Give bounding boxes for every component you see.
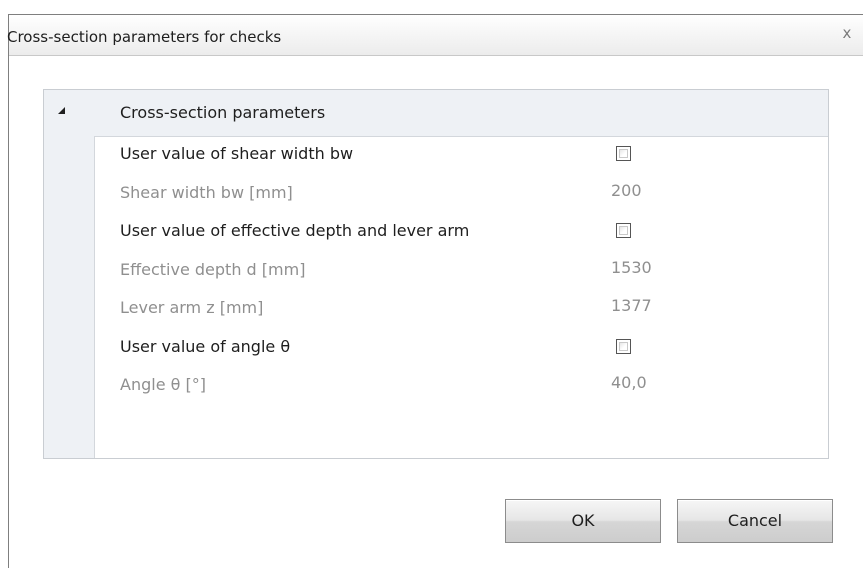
property-row-lever-arm: Lever arm z [mm] 1377 xyxy=(95,290,828,329)
cancel-button[interactable]: Cancel xyxy=(677,499,833,543)
close-icon[interactable]: x xyxy=(840,25,854,41)
dialog-title: Cross-section parameters for checks xyxy=(7,28,282,46)
property-row-shear-width: Shear width bw [mm] 200 xyxy=(95,175,828,214)
property-row-effective-depth: Effective depth d [mm] 1530 xyxy=(95,252,828,291)
collapse-triangle-icon[interactable] xyxy=(58,107,65,114)
property-label: Shear width bw [mm] xyxy=(120,182,293,202)
section-title: Cross-section parameters xyxy=(120,103,326,122)
lever-arm-value: 1377 xyxy=(611,296,652,315)
property-label: User value of shear width bw xyxy=(120,144,354,163)
property-label: Effective depth d [mm] xyxy=(120,259,306,279)
indent-column xyxy=(44,136,95,458)
property-rows: User value of shear width bw Shear width… xyxy=(95,136,828,406)
property-row-user-angle: User value of angle θ xyxy=(95,329,828,368)
shear-width-value: 200 xyxy=(611,180,642,200)
angle-value: 40,0 xyxy=(611,373,647,392)
property-row-user-effective-depth: User value of effective depth and lever … xyxy=(95,213,828,252)
title-bar[interactable]: Cross-section parameters for checks x xyxy=(7,15,863,56)
ok-button[interactable]: OK xyxy=(505,499,661,543)
user-effective-depth-checkbox[interactable] xyxy=(616,223,631,238)
section-header[interactable]: Cross-section parameters xyxy=(44,90,828,137)
user-shear-width-checkbox[interactable] xyxy=(616,146,631,161)
user-angle-checkbox[interactable] xyxy=(616,338,631,354)
property-label: Lever arm z [mm] xyxy=(120,298,264,317)
property-row-angle: Angle θ [°] 40,0 xyxy=(95,367,828,406)
effective-depth-value: 1530 xyxy=(611,257,652,277)
property-grid: Cross-section parameters User value of s… xyxy=(43,89,829,459)
property-label: User value of effective depth and lever … xyxy=(120,221,470,240)
property-row-user-shear-width: User value of shear width bw xyxy=(95,136,828,175)
dialog-window: Cross-section parameters for checks x Cr… xyxy=(7,14,863,568)
property-label: User value of angle θ xyxy=(120,336,291,356)
property-label: Angle θ [°] xyxy=(120,375,206,394)
